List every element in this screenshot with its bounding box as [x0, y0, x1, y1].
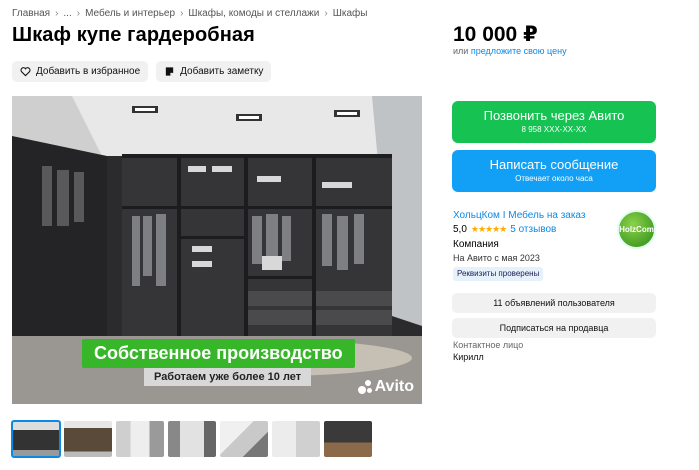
message-button-label: Написать сообщение — [489, 157, 619, 172]
add-to-favorites-button[interactable]: Добавить в избранное — [12, 61, 149, 82]
seller-avatar[interactable]: HolzCom — [617, 210, 656, 249]
seller-since: На Авито с мая 2023 — [453, 253, 540, 263]
thumbnail[interactable] — [168, 421, 216, 457]
price: 10 000 ₽ — [453, 23, 538, 46]
rating-value: 5,0 — [453, 224, 467, 235]
add-to-favorites-label: Добавить в избранное — [36, 66, 141, 77]
chevron-right-icon: › — [324, 8, 328, 19]
avito-watermark-text: Avito — [374, 378, 414, 395]
price-offer: или предложите свою цену — [453, 46, 567, 56]
breadcrumb-furniture[interactable]: Мебель и интерьер — [85, 8, 175, 19]
call-button-label: Позвонить через Авито — [483, 108, 625, 123]
message-button[interactable]: Написать сообщение Отвечает около часа — [452, 150, 656, 192]
offer-price-link[interactable]: предложите свою цену — [471, 46, 567, 56]
contact-person-name: Кирилл — [453, 352, 484, 362]
reviews-link[interactable]: 5 отзывов — [510, 224, 556, 235]
seller-name-link[interactable]: ХольцКом I Мебель на заказ — [453, 210, 585, 221]
photo-thumbnails — [11, 420, 372, 458]
thumbnail[interactable] — [116, 421, 164, 457]
heart-icon — [20, 67, 31, 77]
main-photo[interactable]: Собственное производство Работаем уже бо… — [12, 96, 422, 404]
call-button-phone: 8 958 XXX-XX-XX — [521, 125, 587, 134]
breadcrumb-wardrobes[interactable]: Шкафы — [333, 8, 368, 19]
breadcrumb-ellipsis[interactable]: ... — [63, 8, 71, 19]
rating-stars-icon: ★★★★★ — [470, 224, 507, 234]
seller-listings-button[interactable]: 11 объявлений пользователя — [452, 293, 656, 313]
avito-watermark: Avito — [357, 378, 414, 396]
price-offer-prefix: или — [453, 46, 469, 56]
message-button-sub: Отвечает около часа — [515, 174, 593, 183]
thumbnail[interactable] — [324, 421, 372, 457]
contact-person-label: Контактное лицо — [453, 340, 524, 350]
call-button[interactable]: Позвонить через Авито 8 958 XXX-XX-XX — [452, 101, 656, 143]
listing-actions: Добавить в избранное Добавить заметку — [12, 61, 272, 82]
add-note-label: Добавить заметку — [180, 66, 264, 77]
seller-logo-text: HolzCom — [619, 225, 654, 234]
thumbnail[interactable] — [64, 421, 112, 457]
add-note-button[interactable]: Добавить заметку — [156, 61, 272, 82]
seller-type: Компания — [453, 239, 499, 250]
avito-logo-icon — [357, 380, 372, 394]
thumbnail[interactable] — [220, 421, 268, 457]
seller-rating: 5,0 ★★★★★ 5 отзывов — [453, 224, 556, 235]
verified-badge: Реквизиты проверены — [453, 267, 544, 281]
promo-banner: Собственное производство — [82, 339, 355, 368]
subscribe-button[interactable]: Подписаться на продавца — [452, 318, 656, 338]
chevron-right-icon: › — [76, 8, 81, 19]
note-icon — [165, 67, 174, 76]
promo-subtitle: Работаем уже более 10 лет — [144, 368, 312, 386]
breadcrumb-wardrobes-category[interactable]: Шкафы, комоды и стеллажи — [188, 8, 319, 19]
breadcrumb: Главная › ... › Мебель и интерьер › Шкаф… — [12, 8, 367, 19]
thumbnail[interactable] — [272, 421, 320, 457]
thumbnail[interactable] — [11, 420, 61, 458]
page-title: Шкаф купе гардеробная — [12, 24, 255, 46]
chevron-right-icon: › — [55, 8, 59, 19]
breadcrumb-home[interactable]: Главная — [12, 8, 50, 19]
chevron-right-icon: › — [180, 8, 184, 19]
